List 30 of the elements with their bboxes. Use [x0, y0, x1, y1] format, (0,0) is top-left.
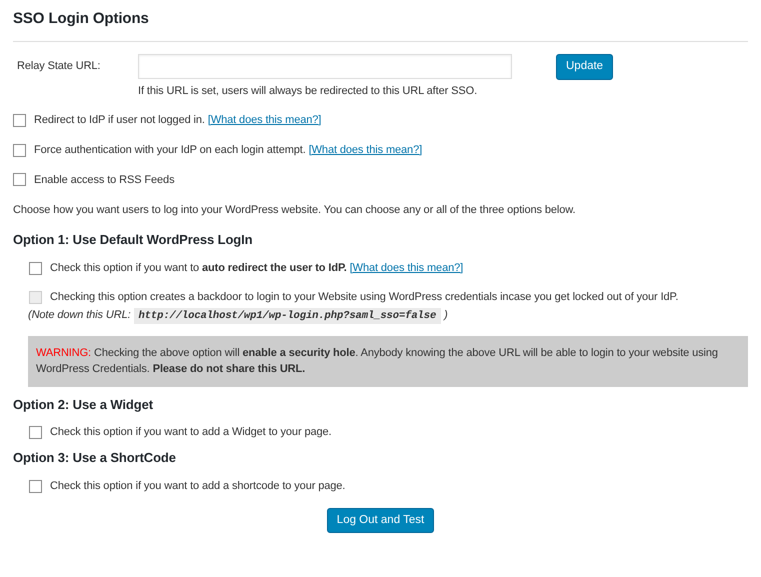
option-label: Redirect to IdP if user not logged in. [What does this mean?] [34, 112, 322, 128]
note-text: ) [444, 308, 448, 320]
checkbox[interactable] [13, 114, 26, 127]
page-title: SSO Login Options [13, 10, 150, 28]
checkbox[interactable] [29, 262, 42, 275]
warning-text: WARNING: Checking the above option will enable a security hole. Anybody knowing the above URL will be able to login to your website using WordPress Credentials. Please do not share this URL. [36, 346, 718, 376]
intro-text: Choose how you want users to log into your WordPress website. You can choose any or all of the three options below. [13, 203, 576, 218]
section-heading: Option 3: Use a ShortCode [13, 450, 177, 466]
checkbox[interactable] [13, 144, 26, 157]
checkbox[interactable] [13, 173, 26, 186]
help-link[interactable]: [What does this mean?] [308, 144, 422, 156]
option-label: Checking this option creates a backdoor to login to your Website using WordPress credentials incase you get locked out of your IdP. [50, 290, 678, 304]
update-button[interactable]: Update [556, 54, 614, 80]
checkbox[interactable] [29, 426, 42, 440]
hint-text: If this URL is set, users will always be redirected to this URL after SSO. [138, 84, 478, 99]
section-heading: Option 2: Use a Widget [13, 396, 154, 412]
url-code: http://localhost/wp1/wp-login.php?saml_sso=false [134, 308, 442, 324]
log-out-and-test-button[interactable]: Log Out and Test [326, 508, 434, 534]
checkbox[interactable] [29, 480, 42, 493]
url-input-field[interactable] [138, 54, 512, 79]
help-link[interactable]: [What does this mean?] [350, 262, 464, 274]
note-text: (Note down this URL: [28, 308, 131, 320]
option-label: Check this option if you want to add a Widget to your page. [50, 425, 332, 440]
option-label: Check this option if you want to add a shortcode to your page. [50, 478, 346, 494]
option-label: Check this option if you want to auto redirect the user to IdP. [What does this mean?] [50, 260, 464, 276]
field-label: Relay State URL: [16, 59, 102, 74]
option-label: Force authentication with your IdP on each login attempt. [What does this mean?] [34, 142, 422, 158]
option-label: Enable access to RSS Feeds [34, 172, 174, 188]
help-link[interactable]: [What does this mean?] [208, 114, 322, 126]
section-heading: Option 1: Use Default WordPress LogIn [13, 232, 254, 248]
